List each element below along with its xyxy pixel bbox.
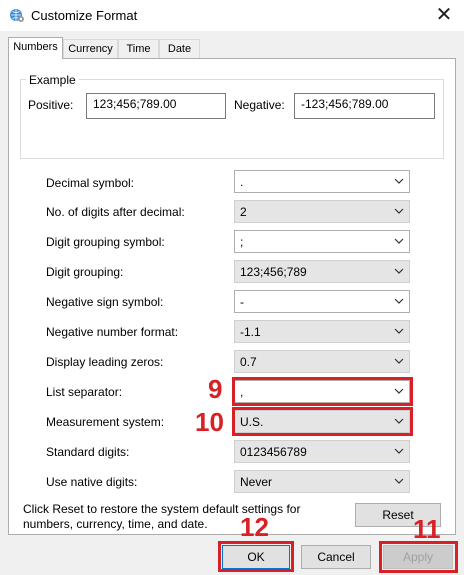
negative-label: Negative: <box>234 98 285 112</box>
close-icon: ✕ <box>435 4 453 26</box>
chevron-down-icon <box>392 443 406 459</box>
reset-note: Click Reset to restore the system defaul… <box>23 502 301 531</box>
standard-digits-dropdown[interactable]: 0123456789 <box>234 440 410 463</box>
digit-grouping-label: Digit grouping: <box>46 265 124 279</box>
negative-sign-symbol-label: Negative sign symbol: <box>46 295 164 309</box>
annotation-number-10: 10 <box>195 407 224 437</box>
digit-grouping-symbol-label: Digit grouping symbol: <box>46 235 165 249</box>
tab-currency[interactable]: Currency <box>63 39 118 58</box>
chevron-down-icon <box>392 353 406 369</box>
cancel-button[interactable]: Cancel <box>301 545 371 569</box>
display-leading-zeros-label: Display leading zeros: <box>46 355 164 369</box>
annotation-box-9 <box>232 377 413 406</box>
measurement-system-label: Measurement system: <box>46 415 165 429</box>
globe-gear-icon <box>10 9 24 22</box>
negative-number-format-dropdown[interactable]: -1.1 <box>234 320 410 343</box>
annotation-box-11 <box>379 541 458 573</box>
positive-label: Positive: <box>28 98 74 112</box>
example-group <box>20 79 444 159</box>
tab-date[interactable]: Date <box>159 39 200 58</box>
chevron-down-icon <box>392 173 406 189</box>
digits-after-decimal-label: No. of digits after decimal: <box>46 205 185 219</box>
annotation-number-11: 11 <box>413 514 441 544</box>
example-legend: Example <box>26 73 79 87</box>
chevron-down-icon <box>392 293 406 309</box>
use-native-digits-label: Use native digits: <box>46 475 138 489</box>
display-leading-zeros-dropdown[interactable]: 0.7 <box>234 350 410 373</box>
close-button[interactable]: ✕ <box>432 4 456 26</box>
annotation-number-12: 12 <box>240 512 269 542</box>
positive-example-field: 123;456;789.00 <box>86 93 226 119</box>
use-native-digits-dropdown[interactable]: Never <box>234 470 410 493</box>
chevron-down-icon <box>392 203 406 219</box>
annotation-number-9: 9 <box>208 374 223 404</box>
chevron-down-icon <box>392 263 406 279</box>
tab-time[interactable]: Time <box>118 39 159 58</box>
tab-numbers[interactable]: Numbers <box>8 37 63 59</box>
chevron-down-icon <box>392 323 406 339</box>
digit-grouping-dropdown[interactable]: 123;456;789 <box>234 260 410 283</box>
decimal-symbol-dropdown[interactable]: . <box>234 170 410 193</box>
negative-sign-symbol-dropdown[interactable]: - <box>234 290 410 313</box>
annotation-box-10 <box>232 407 413 436</box>
negative-number-format-label: Negative number format: <box>46 325 179 339</box>
standard-digits-label: Standard digits: <box>46 445 130 459</box>
window-title: Customize Format <box>31 8 138 23</box>
list-separator-label: List separator: <box>46 385 123 399</box>
digit-grouping-symbol-dropdown[interactable]: ; <box>234 230 410 253</box>
decimal-symbol-label: Decimal symbol: <box>46 176 135 190</box>
digits-after-decimal-dropdown[interactable]: 2 <box>234 200 410 223</box>
title-bar: Customize Format ✕ <box>0 0 464 31</box>
chevron-down-icon <box>392 233 406 249</box>
annotation-box-12 <box>218 541 294 572</box>
negative-example-field: -123;456;789.00 <box>294 93 435 119</box>
chevron-down-icon <box>392 473 406 489</box>
